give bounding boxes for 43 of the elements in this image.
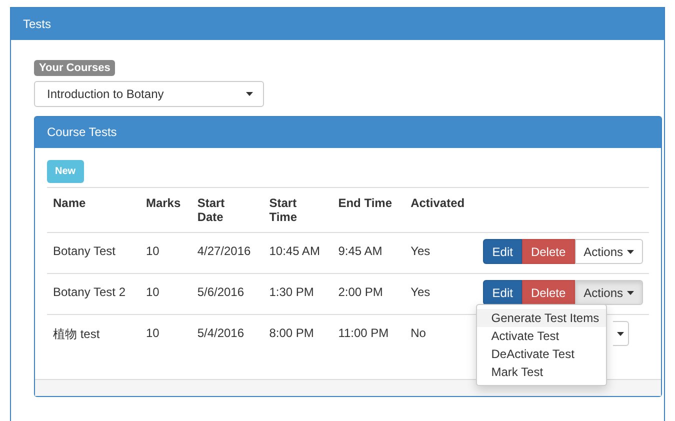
column-header: Activated bbox=[410, 196, 465, 210]
table-cell: 10:45 AM bbox=[269, 244, 320, 258]
table-cell: 11:00 PM bbox=[338, 326, 389, 340]
courses-label: Your Courses bbox=[34, 60, 116, 76]
table-cell: Yes bbox=[410, 285, 430, 299]
table-cell: 4/27/2016 bbox=[197, 244, 251, 258]
caret-icon bbox=[627, 290, 634, 294]
actions-button[interactable]: Actions bbox=[574, 280, 643, 305]
table-cell: No bbox=[410, 326, 426, 340]
column-header: Name bbox=[53, 196, 86, 210]
caret-icon bbox=[627, 250, 634, 254]
table-cell: 2:00 PM bbox=[338, 285, 383, 299]
column-header: Marks bbox=[146, 196, 181, 210]
table-cell: 1:30 PM bbox=[269, 285, 314, 299]
actions-button[interactable]: Actions bbox=[574, 239, 643, 264]
table-cell: Botany Test bbox=[53, 244, 116, 258]
course-tests-title: Course Tests bbox=[35, 117, 661, 148]
caret-icon bbox=[617, 332, 624, 336]
menu-item[interactable]: Mark Test bbox=[477, 363, 606, 381]
table-cell: 5/4/2016 bbox=[197, 326, 244, 340]
column-header: End Time bbox=[338, 196, 392, 210]
column-header: Start Time bbox=[269, 196, 298, 224]
table-cell: 9:45 AM bbox=[338, 244, 382, 258]
table-cell: 10 bbox=[146, 244, 160, 258]
menu-item[interactable]: Activate Test bbox=[477, 327, 606, 345]
table-cell: 10 bbox=[146, 326, 160, 340]
table-cell: 10 bbox=[146, 285, 160, 299]
edit-button[interactable]: Edit bbox=[483, 280, 522, 305]
menu-item[interactable]: DeActivate Test bbox=[477, 345, 606, 363]
menu-item[interactable]: Generate Test Items bbox=[477, 309, 606, 327]
table-cell: Yes bbox=[410, 244, 430, 258]
caret-icon bbox=[246, 92, 253, 96]
panel-title: Tests bbox=[11, 8, 664, 40]
table-cell: 8:00 PM bbox=[269, 326, 314, 340]
column-header: Start Date bbox=[197, 196, 225, 224]
edit-button[interactable]: Edit bbox=[483, 239, 522, 264]
course-select[interactable]: Introduction to Botany bbox=[34, 81, 264, 107]
delete-button[interactable]: Delete bbox=[522, 239, 575, 264]
table-cell: 植物 test bbox=[53, 327, 100, 341]
delete-button[interactable]: Delete bbox=[522, 280, 575, 305]
actions-button[interactable] bbox=[613, 321, 630, 346]
table-cell: 5/6/2016 bbox=[197, 285, 244, 299]
table-cell: Botany Test 2 bbox=[53, 285, 126, 299]
